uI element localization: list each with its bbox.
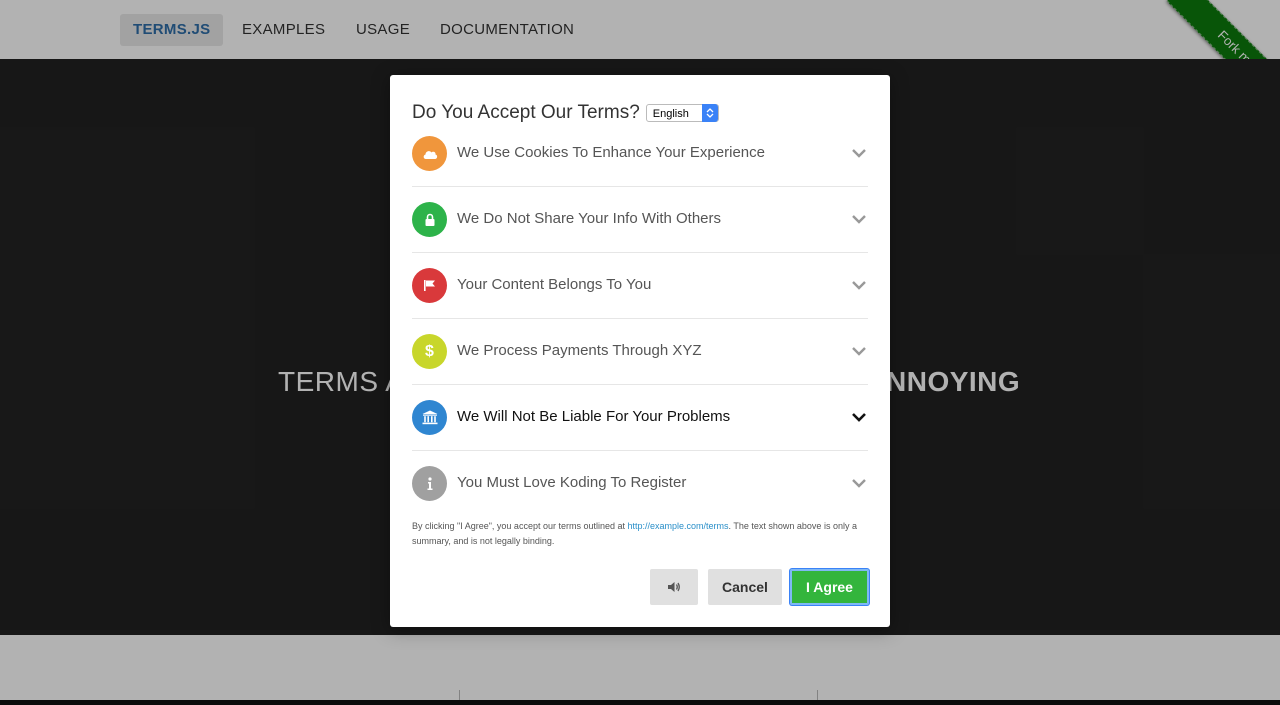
lock-icon — [412, 202, 447, 237]
term-label: Your Content Belongs To You — [457, 276, 652, 293]
audio-button[interactable] — [650, 569, 698, 605]
term-label: You Must Love Koding To Register — [457, 474, 687, 491]
terms-list: We Use Cookies To Enhance Your Experienc… — [412, 121, 868, 517]
disclaimer-prefix: By clicking "I Agree", you accept our te… — [412, 521, 628, 531]
language-select-value: English — [652, 108, 689, 120]
term-label: We Process Payments Through XYZ — [457, 342, 702, 359]
select-arrows-icon — [701, 104, 718, 122]
chevron-down-icon[interactable] — [852, 280, 866, 290]
term-item-payments[interactable]: $ We Process Payments Through XYZ — [412, 319, 868, 385]
chevron-down-icon[interactable] — [852, 346, 866, 356]
language-select[interactable]: English — [645, 104, 719, 122]
flag-icon — [412, 268, 447, 303]
info-icon — [412, 466, 447, 501]
term-label: We Do Not Share Your Info With Others — [457, 210, 722, 227]
chevron-down-icon[interactable] — [852, 148, 866, 158]
dollar-icon: $ — [412, 334, 447, 369]
chevron-down-icon[interactable] — [852, 412, 866, 422]
terms-link[interactable]: http://example.com/terms — [628, 521, 729, 531]
bank-icon — [412, 400, 447, 435]
terms-modal: Do You Accept Our Terms? English We Use … — [390, 75, 890, 627]
cloud-icon — [412, 136, 447, 171]
chevron-down-icon[interactable] — [852, 478, 866, 488]
term-item-liability[interactable]: We Will Not Be Liable For Your Problems — [412, 385, 868, 451]
term-item-content[interactable]: Your Content Belongs To You — [412, 253, 868, 319]
term-item-privacy[interactable]: We Do Not Share Your Info With Others — [412, 187, 868, 253]
term-item-koding[interactable]: You Must Love Koding To Register — [412, 451, 868, 517]
term-item-cookies[interactable]: We Use Cookies To Enhance Your Experienc… — [412, 121, 868, 187]
cancel-button[interactable]: Cancel — [708, 569, 782, 605]
disclaimer-text: By clicking "I Agree", you accept our te… — [412, 519, 868, 549]
term-label: We Will Not Be Liable For Your Problems — [457, 408, 731, 425]
agree-button[interactable]: I Agree — [790, 569, 869, 605]
speaker-icon — [668, 582, 680, 592]
term-label: We Use Cookies To Enhance Your Experienc… — [457, 144, 765, 161]
chevron-down-icon[interactable] — [852, 214, 866, 224]
